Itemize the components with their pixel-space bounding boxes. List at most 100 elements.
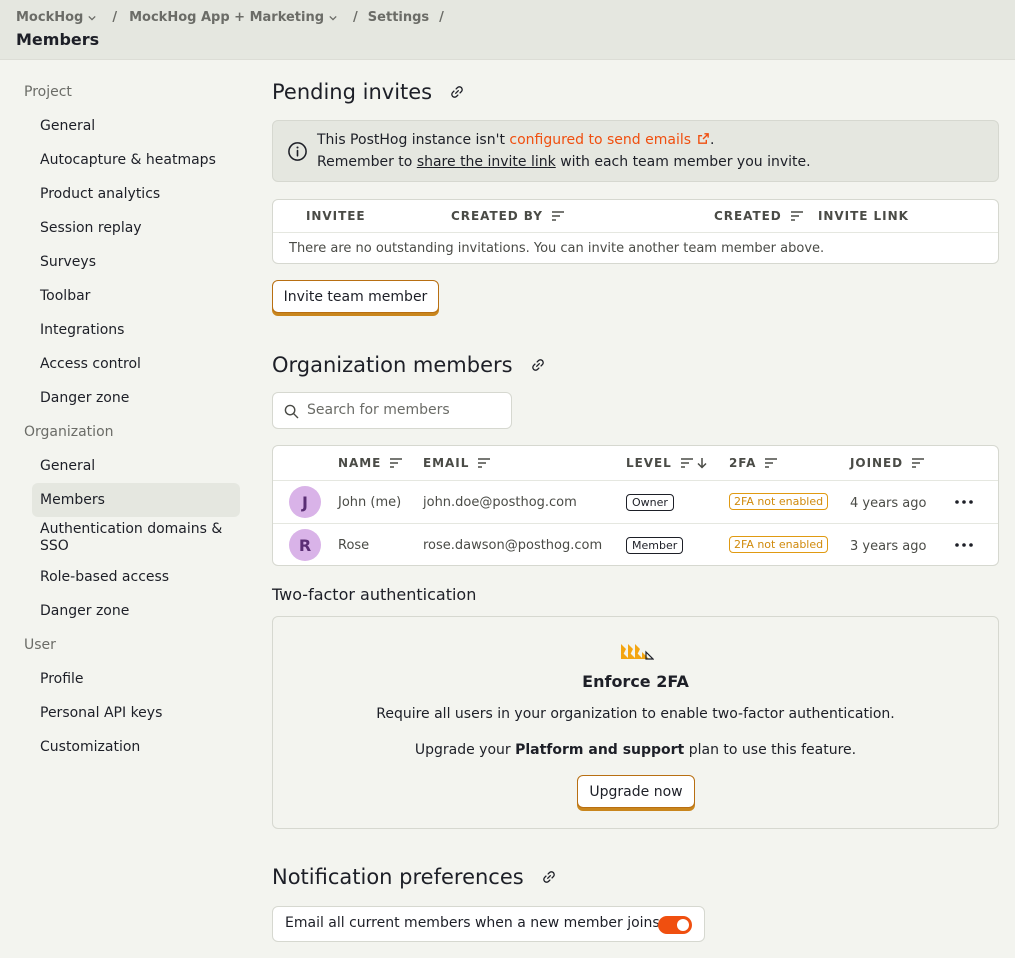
breadcrumb-settings[interactable]: Settings <box>368 10 429 25</box>
section-title-organization-members: Organization members <box>272 353 545 377</box>
sidebar-item-profile[interactable]: Profile <box>32 662 240 696</box>
divider <box>273 232 998 233</box>
sidebar-item-project-general[interactable]: General <box>32 109 240 143</box>
level-badge: Owner <box>626 494 674 511</box>
enforce-2fa-title: Enforce 2FA <box>582 672 689 691</box>
search-members-input[interactable] <box>307 402 497 418</box>
sort-icon <box>478 458 491 468</box>
sort-icon <box>390 458 403 468</box>
column-header-created-by[interactable]: CREATED BY <box>451 209 565 223</box>
column-header-invite-link: INVITE LINK <box>818 209 909 223</box>
toggle-knob <box>677 919 689 931</box>
more-options-icon[interactable] <box>954 492 974 512</box>
breadcrumb-separator: / <box>439 10 444 25</box>
pending-invites-table: INVITEE CREATED BY CREATED INVITE LINK T… <box>272 199 999 264</box>
sidebar-item-auth-domains[interactable]: Authentication domains & SSO <box>32 517 240 559</box>
banner-line-2: Remember to share the invite link with e… <box>317 154 811 170</box>
banner-text-end: . <box>710 132 715 148</box>
sidebar-item-session-replay[interactable]: Session replay <box>32 211 240 245</box>
link-icon[interactable] <box>542 870 556 884</box>
breadcrumb-settings-label: Settings <box>367 10 430 25</box>
sidebar-item-surveys[interactable]: Surveys <box>32 245 240 279</box>
table-row: R Rose rose.dawson@posthog.com Member 2F… <box>273 523 998 566</box>
sort-icon <box>790 211 803 221</box>
column-header-2fa[interactable]: 2FA <box>729 456 778 470</box>
more-options-icon[interactable] <box>954 535 974 555</box>
breadcrumb-separator: / <box>353 10 358 25</box>
column-header-label: NAME <box>338 456 382 470</box>
link-icon[interactable] <box>531 358 545 372</box>
column-header-label: 2FA <box>729 456 757 470</box>
column-header-level[interactable]: LEVEL <box>626 456 708 470</box>
sidebar-item-org-general[interactable]: General <box>32 449 240 483</box>
column-header-joined[interactable]: JOINED <box>850 456 925 470</box>
column-header-label: CREATED BY <box>451 209 543 223</box>
sidebar-item-autocapture[interactable]: Autocapture & heatmaps <box>32 143 240 177</box>
breadcrumb-org[interactable]: MockHog <box>16 10 108 25</box>
link-icon[interactable] <box>450 85 464 99</box>
table-row: J John (me) john.doe@posthog.com Owner 2… <box>273 480 998 523</box>
sort-icon <box>551 211 564 221</box>
sidebar-item-access-control[interactable]: Access control <box>32 347 240 381</box>
breadcrumb-org-label: MockHog <box>16 10 84 25</box>
notification-preferences-heading: Notification preferences <box>272 865 524 889</box>
avatar: J <box>289 486 321 518</box>
sort-icon <box>680 458 693 468</box>
upgrade-text-end: plan to use this feature. <box>684 742 857 758</box>
sidebar-item-role-based-access[interactable]: Role-based access <box>32 560 240 594</box>
column-header-label: EMAIL <box>423 456 470 470</box>
2fa-status-badge: 2FA not enabled <box>729 536 829 553</box>
sidebar-item-org-danger-zone[interactable]: Danger zone <box>32 594 240 628</box>
sidebar-heading-user: User <box>24 637 56 653</box>
column-header-invitee: INVITEE <box>306 209 366 223</box>
column-header-created[interactable]: CREATED <box>714 209 804 223</box>
breadcrumb-separator: / <box>112 10 118 25</box>
member-name: Rose <box>338 538 370 553</box>
column-header-label: JOINED <box>850 456 904 470</box>
member-email: john.doe@posthog.com <box>423 495 577 510</box>
banner-text: This PostHog instance isn't <box>317 132 510 148</box>
member-email: rose.dawson@posthog.com <box>423 538 603 553</box>
2fa-status-badge: 2FA not enabled <box>729 493 829 510</box>
sidebar-item-integrations[interactable]: Integrations <box>32 313 240 347</box>
breadcrumb-project[interactable]: MockHog App + Marketing <box>129 10 349 25</box>
enforce-2fa-description: Require all users in your organization t… <box>376 706 895 722</box>
sidebar-item-members[interactable]: Members <box>32 483 240 517</box>
posthog-logo-icon <box>621 644 654 660</box>
enforce-2fa-card: Enforce 2FA Require all users in your or… <box>272 616 999 829</box>
new-member-email-toggle[interactable] <box>658 916 692 934</box>
member-search <box>272 392 512 429</box>
sidebar-item-personal-api-keys[interactable]: Personal API keys <box>32 696 240 730</box>
share-invite-link[interactable]: share the invite link <box>417 154 556 170</box>
column-header-label: LEVEL <box>626 456 672 470</box>
banner2-text-end: with each team member you invite. <box>555 154 811 170</box>
search-icon <box>284 404 299 419</box>
new-member-email-setting[interactable]: Email all current members when a new mem… <box>272 906 705 942</box>
info-icon <box>288 142 307 161</box>
sidebar-item-project-danger-zone[interactable]: Danger zone <box>32 381 240 415</box>
banner-line-1: This PostHog instance isn't configured t… <box>317 132 714 148</box>
column-header-name[interactable]: NAME <box>338 456 403 470</box>
sidebar-heading-project: Project <box>24 84 72 100</box>
column-header-email[interactable]: EMAIL <box>423 456 491 470</box>
configure-emails-link[interactable]: configured to send emails <box>509 132 691 148</box>
level-badge: Member <box>626 537 684 554</box>
chevron-down-icon <box>88 15 96 21</box>
sidebar-item-toolbar[interactable]: Toolbar <box>32 279 240 313</box>
member-joined: 3 years ago <box>850 539 927 554</box>
new-member-email-label: Email all current members when a new mem… <box>285 915 660 931</box>
sidebar-heading-organization: Organization <box>24 424 114 440</box>
email-config-banner: This PostHog instance isn't configured t… <box>272 120 999 182</box>
plan-name: Platform and support <box>515 742 685 758</box>
two-factor-heading: Two-factor authentication <box>272 585 477 604</box>
member-joined: 4 years ago <box>850 496 927 511</box>
sidebar-item-customization[interactable]: Customization <box>32 730 240 764</box>
invite-team-member-button[interactable]: Invite team member <box>272 280 439 313</box>
external-link-icon <box>698 133 709 144</box>
upgrade-now-button[interactable]: Upgrade now <box>577 775 695 808</box>
pending-invites-heading: Pending invites <box>272 80 433 104</box>
sidebar-item-product-analytics[interactable]: Product analytics <box>32 177 240 211</box>
avatar: R <box>289 529 321 561</box>
page-title: Members <box>16 30 100 49</box>
empty-invites-message: There are no outstanding invitations. Yo… <box>289 241 825 256</box>
